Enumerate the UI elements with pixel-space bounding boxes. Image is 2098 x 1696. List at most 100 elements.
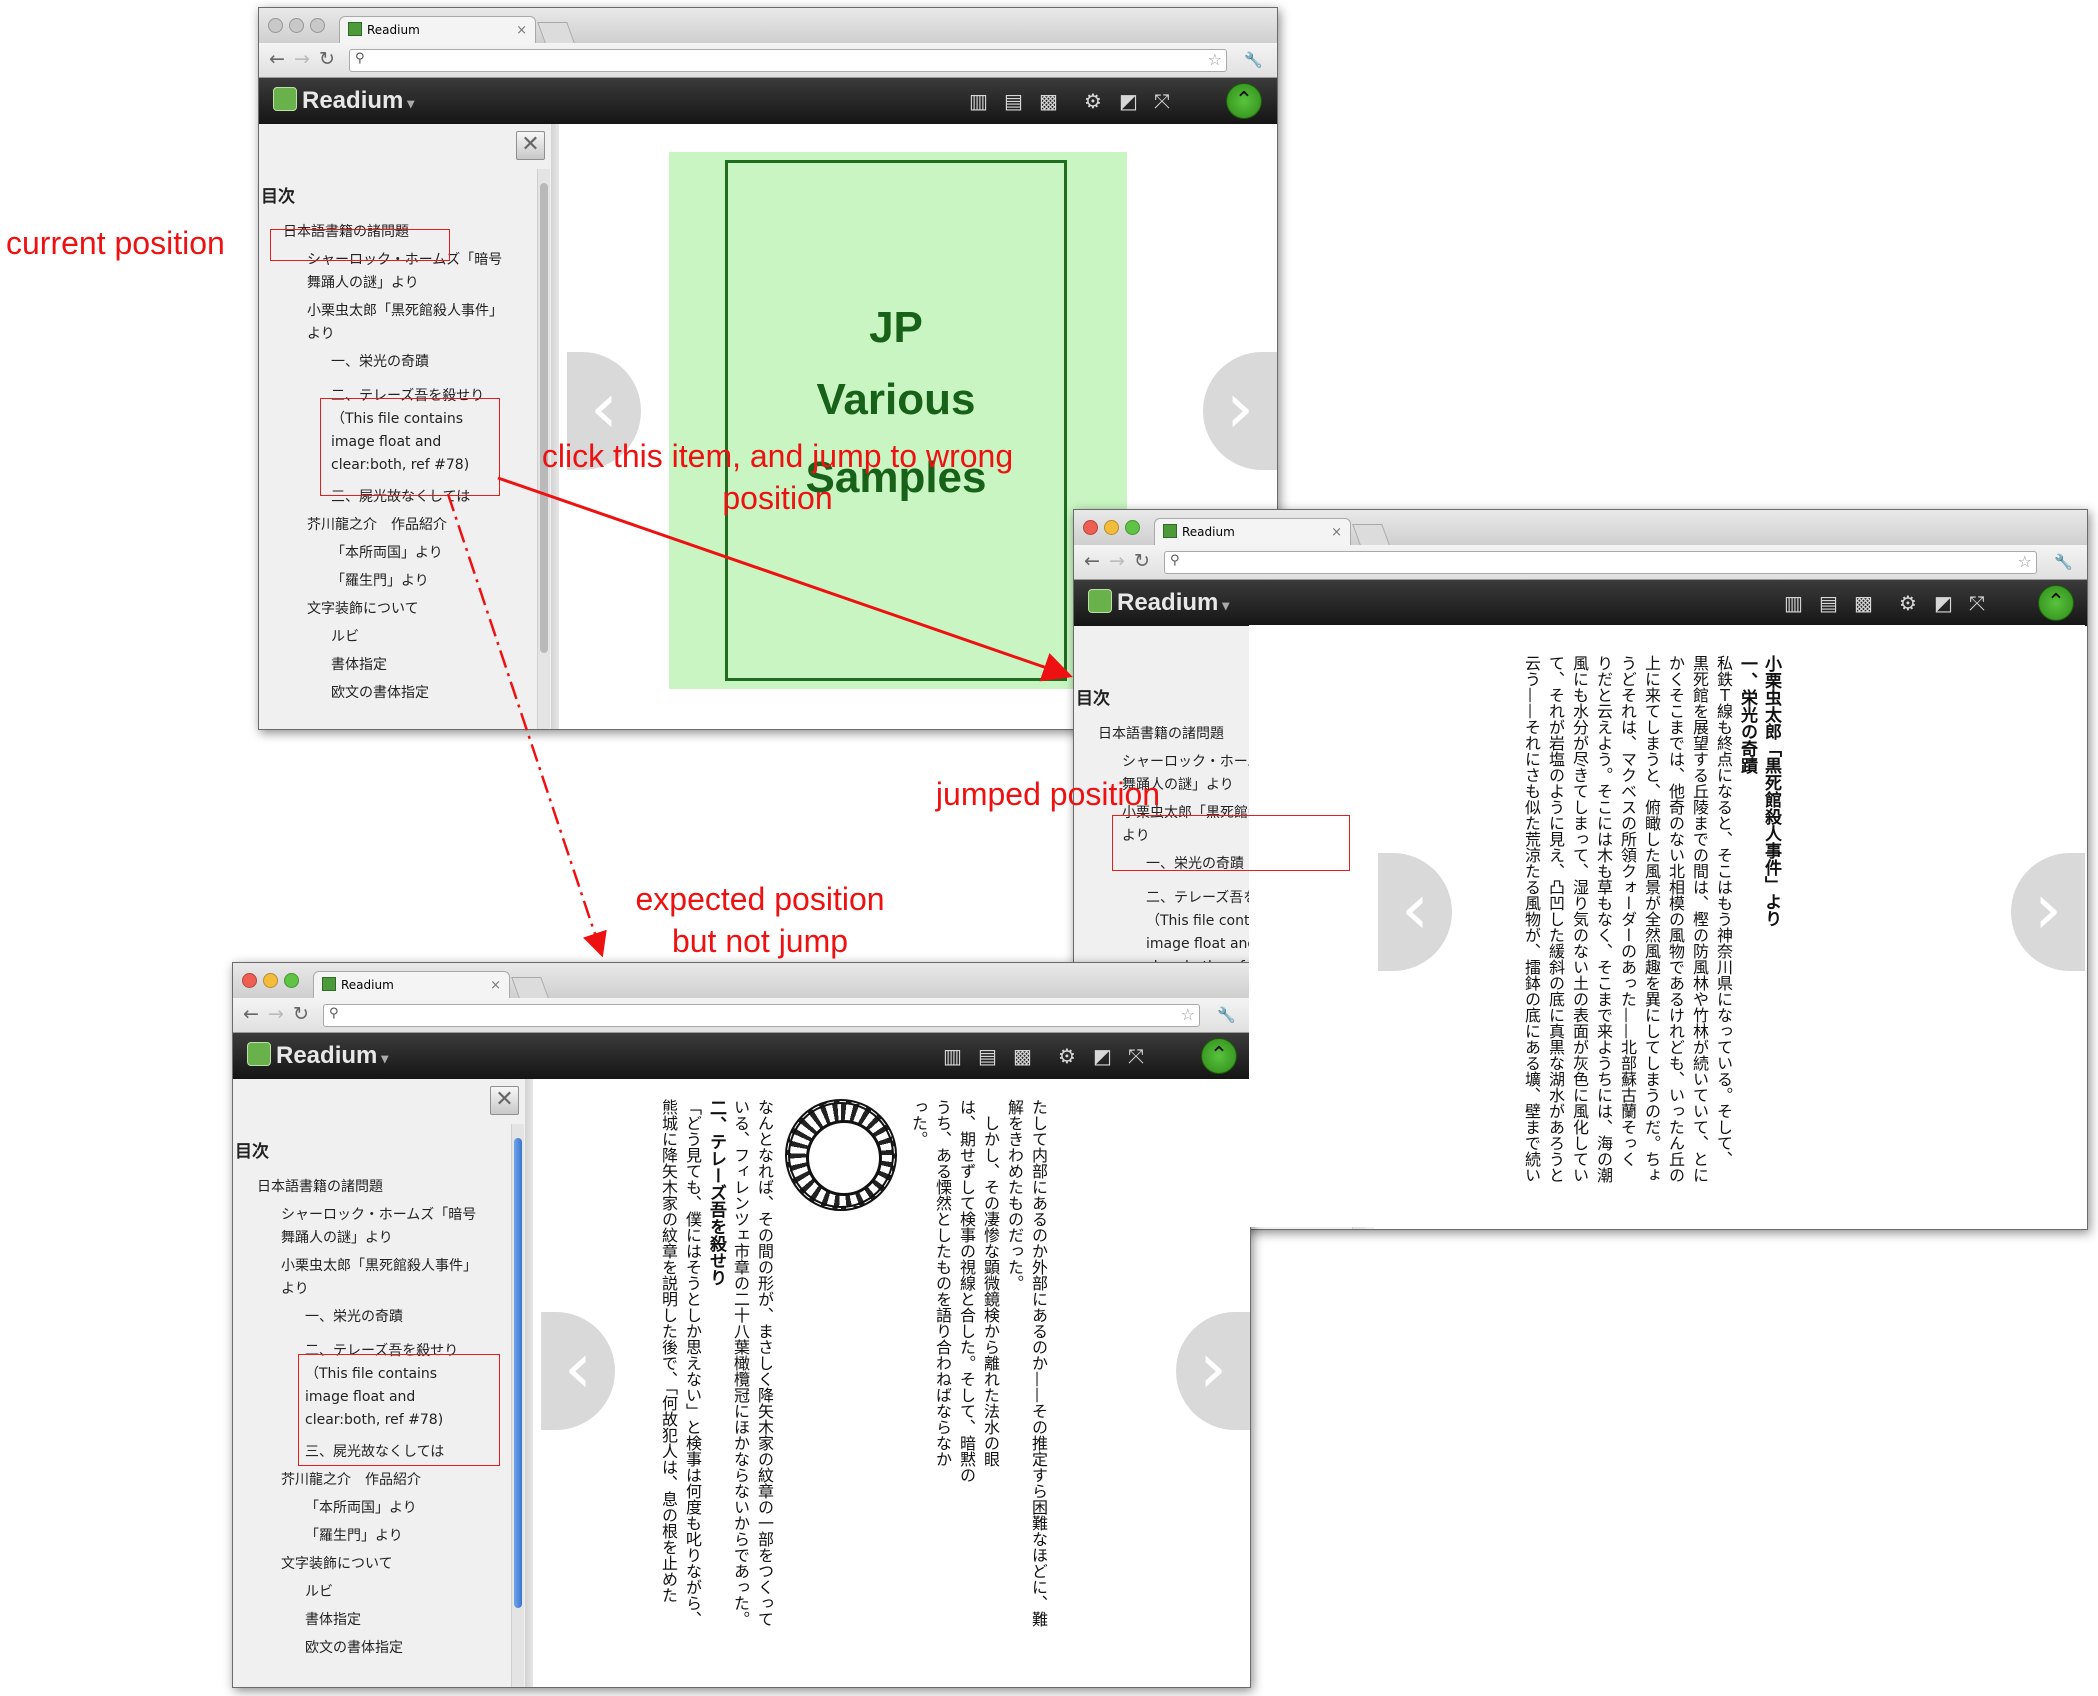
close-toc-icon[interactable]: ✕: [516, 131, 545, 160]
forward-icon[interactable]: →: [268, 1003, 284, 1025]
fullscreen-icon[interactable]: ⤧: [1154, 90, 1170, 112]
reload-icon[interactable]: ↻: [1134, 550, 1150, 572]
browser-tab[interactable]: Readium ×: [1154, 518, 1351, 546]
new-tab-button[interactable]: [511, 977, 549, 998]
window-controls[interactable]: [1083, 520, 1140, 535]
vertical-text-page: たして内部にあるのか外部にあるのか——その推定すら困難なほどに、難 解をきわめた…: [656, 1099, 1050, 1659]
toc-icon[interactable]: ▤: [978, 1045, 997, 1067]
toc-item[interactable]: 小栗虫太郎「黒死館殺人事件」 より: [235, 1255, 477, 1301]
toc-item[interactable]: 「本所両国」より: [235, 1497, 477, 1520]
toc-item[interactable]: 文字装飾について: [235, 1553, 477, 1576]
vertical-text-page: 小栗虫太郎「黒死館殺人事件」より 一、栄光の奇蹟 私鉄Ｔ線も終点になると、そこは…: [1519, 655, 1783, 1215]
toc-item[interactable]: 芥川龍之介 作品紹介: [261, 514, 503, 537]
contrast-icon[interactable]: ◩: [1093, 1045, 1112, 1067]
wrench-icon[interactable]: 🔧: [1217, 1006, 1236, 1024]
toc-icon[interactable]: ▤: [1004, 90, 1023, 112]
address-input[interactable]: ⚲ ☆: [1164, 551, 2037, 574]
readium-toolbar: Readium ▾ ▥ ▤ ▩ ⚙ ◩ ⤧ ⌃: [1074, 580, 2087, 626]
toc-item[interactable]: 書体指定: [261, 654, 503, 677]
text-column: しかし、その凄惨な顕微鏡検から離れた法水の眼: [981, 1099, 1000, 1467]
back-icon[interactable]: ←: [1084, 550, 1100, 572]
bookmark-star-icon[interactable]: ☆: [1181, 1005, 1195, 1024]
window-controls[interactable]: [268, 18, 325, 33]
toc-item[interactable]: 「羅生門」より: [261, 570, 503, 593]
search-icon: ⚲: [329, 1006, 339, 1021]
close-toc-icon[interactable]: ✕: [490, 1086, 519, 1115]
toc-item[interactable]: ルビ: [235, 1581, 477, 1604]
toc-item[interactable]: 小栗虫太郎「黒死館殺人事件」 より: [261, 300, 503, 346]
tab-close-icon[interactable]: ×: [1331, 519, 1342, 546]
toc-item[interactable]: 書体指定: [235, 1609, 477, 1632]
address-toolbar: ← → ↻ ⚲ ☆ 🔧: [1074, 545, 2087, 580]
text-column: 私鉄Ｔ線も終点になると、そこはもう神奈川県になっている。そして、: [1714, 655, 1733, 1167]
settings-icon[interactable]: ⚙: [1058, 1045, 1076, 1067]
toc-scrollbar[interactable]: [511, 1124, 524, 1687]
readium-logo[interactable]: Readium ▾: [273, 87, 414, 115]
toc-item[interactable]: ルビ: [261, 626, 503, 649]
bookmark-star-icon[interactable]: ☆: [2018, 552, 2032, 571]
toc-icon[interactable]: ▤: [1819, 592, 1838, 614]
prev-page-icon[interactable]: ‹: [541, 1312, 615, 1430]
text-column: なんとなれば、その間の形が、まさしく降矢木家の紋章の一部をつくって: [755, 1099, 774, 1627]
back-icon[interactable]: ←: [269, 48, 285, 70]
window-controls[interactable]: [242, 973, 299, 988]
settings-icon[interactable]: ⚙: [1899, 592, 1917, 614]
reload-icon[interactable]: ↻: [319, 48, 335, 70]
tab-close-icon[interactable]: ×: [516, 17, 527, 44]
toc-item[interactable]: 一、栄光の奇蹟: [235, 1306, 477, 1329]
next-page-icon[interactable]: ›: [2011, 853, 2085, 971]
text-column: 解をきわめたものだった。: [1005, 1099, 1024, 1291]
contrast-icon[interactable]: ◩: [1934, 592, 1953, 614]
address-input[interactable]: ⚲ ☆: [349, 49, 1227, 72]
back-icon[interactable]: ←: [243, 1003, 259, 1025]
up-arrow-button[interactable]: ⌃: [1201, 1038, 1237, 1074]
notes-icon[interactable]: ▩: [1854, 592, 1873, 614]
toc-heading: 目次: [261, 187, 295, 207]
forward-icon[interactable]: →: [294, 48, 310, 70]
section-heading: 一、栄光の奇蹟: [1737, 655, 1757, 774]
toc-item[interactable]: 欧文の書体指定: [261, 682, 503, 705]
readium-logo[interactable]: Readium ▾: [1088, 589, 1229, 617]
up-arrow-button[interactable]: ⌃: [1226, 83, 1262, 119]
next-page-icon[interactable]: ›: [1176, 1312, 1250, 1430]
sidebar-edge: [551, 124, 559, 729]
fullscreen-icon[interactable]: ⤧: [1969, 592, 1985, 614]
library-icon[interactable]: ▥: [943, 1045, 962, 1067]
wrench-icon[interactable]: 🔧: [2054, 553, 2073, 571]
library-icon[interactable]: ▥: [1784, 592, 1803, 614]
highlight-expected-box: [298, 1354, 500, 1466]
forward-icon[interactable]: →: [1109, 550, 1125, 572]
toc-item[interactable]: 「本所両国」より: [261, 542, 503, 565]
readium-logo[interactable]: Readium ▾: [247, 1042, 388, 1070]
highlight-clicked-box: [320, 398, 500, 496]
fullscreen-icon[interactable]: ⤧: [1128, 1045, 1144, 1067]
search-icon: ⚲: [1170, 553, 1180, 568]
toc-item[interactable]: 文字装飾について: [261, 598, 503, 621]
new-tab-button[interactable]: [537, 22, 575, 43]
readium-favicon: [322, 977, 336, 991]
toc-item[interactable]: 芥川龍之介 作品紹介: [235, 1469, 477, 1492]
toc-item[interactable]: 「羅生門」より: [235, 1525, 477, 1548]
tab-close-icon[interactable]: ×: [490, 972, 501, 999]
text-column: 風にも水分が尽きてしまって、湿り気のない土の表面が灰色に風化してい: [1570, 655, 1589, 1183]
settings-icon[interactable]: ⚙: [1084, 90, 1102, 112]
contrast-icon[interactable]: ◩: [1119, 90, 1138, 112]
annotation-expected: expected position but not jump: [635, 881, 885, 959]
up-arrow-button[interactable]: ⌃: [2038, 585, 2074, 621]
bookmark-star-icon[interactable]: ☆: [1208, 50, 1222, 69]
toc-item[interactable]: 欧文の書体指定: [235, 1637, 477, 1660]
address-input[interactable]: ⚲ ☆: [323, 1004, 1200, 1027]
reload-icon[interactable]: ↻: [293, 1003, 309, 1025]
toc-item[interactable]: シャーロック・ホームズ「暗号 舞踊人の謎」より: [235, 1204, 477, 1250]
browser-tab[interactable]: Readium ×: [313, 971, 510, 999]
browser-tab[interactable]: Readium ×: [339, 16, 536, 44]
notes-icon[interactable]: ▩: [1039, 90, 1058, 112]
library-icon[interactable]: ▥: [969, 90, 988, 112]
next-page-icon[interactable]: ›: [1203, 352, 1277, 470]
toc-item[interactable]: 一、栄光の奇蹟: [261, 351, 503, 374]
notes-icon[interactable]: ▩: [1013, 1045, 1032, 1067]
toc-item[interactable]: 日本語書籍の諸問題: [235, 1176, 477, 1199]
wrench-icon[interactable]: 🔧: [1244, 51, 1263, 69]
text-column: 上に来てしまうと、俯瞰した風景が全然風趣を異にしてしまうのだ。ちょ: [1642, 655, 1661, 1183]
new-tab-button[interactable]: [1352, 524, 1390, 545]
